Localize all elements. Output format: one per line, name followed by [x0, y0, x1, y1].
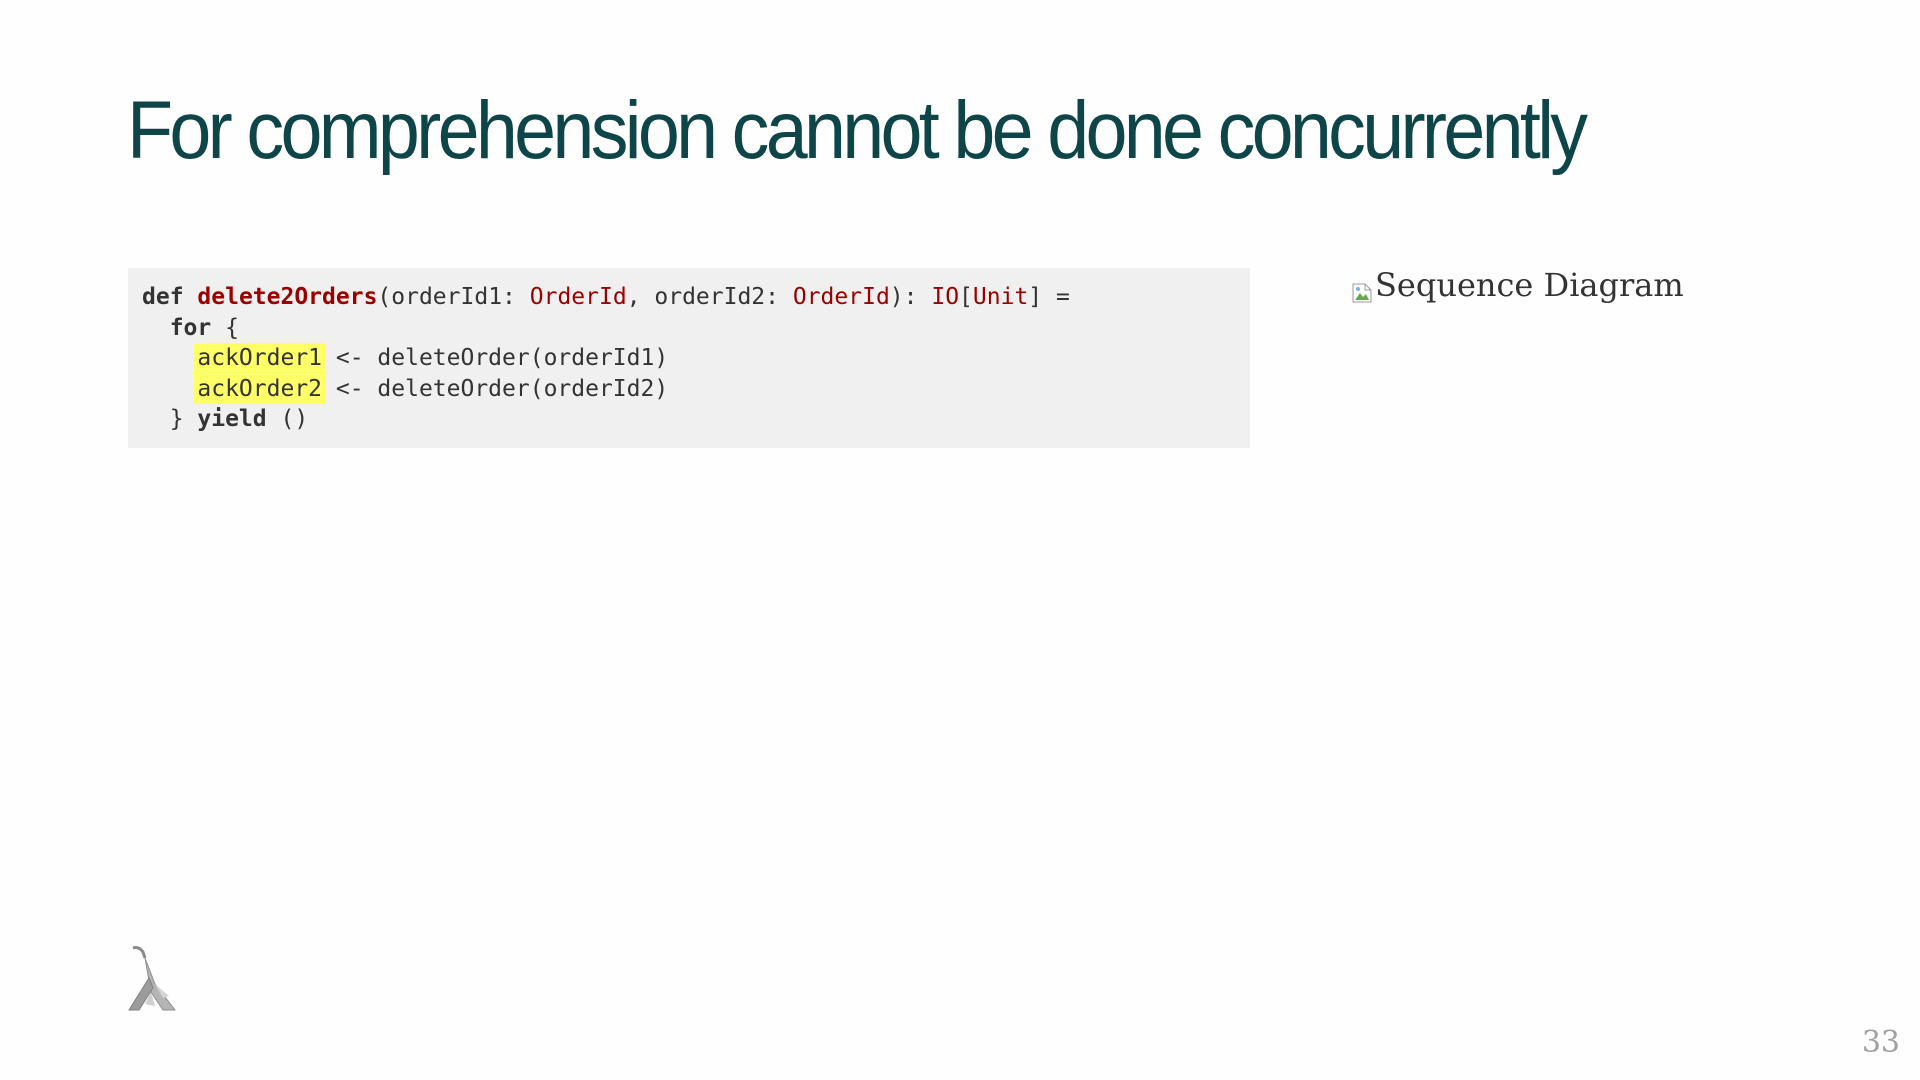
code-text: <- deleteOrder(orderId2)	[322, 375, 669, 402]
code-text: ):	[889, 284, 932, 310]
type-name: Unit	[972, 284, 1029, 310]
keyword-for: for	[169, 314, 212, 341]
function-name: delete2Orders	[197, 284, 378, 310]
code-line-2: for {	[142, 313, 1250, 344]
type-name: OrderId	[792, 284, 890, 310]
code-text: ()	[266, 406, 309, 432]
keyword-def: def	[142, 284, 184, 310]
code-text: (orderId1:	[377, 284, 530, 310]
broken-image-icon	[1351, 274, 1373, 303]
highlighted-variable: ackOrder1	[194, 343, 326, 373]
code-text: {	[211, 314, 239, 341]
code-line-3: ackOrder1 <- deleteOrder(orderId1)	[142, 343, 1250, 374]
keyword-yield: yield	[197, 406, 267, 432]
code-text: <- deleteOrder(orderId1)	[322, 345, 669, 371]
code-line-5: } yield ()	[142, 404, 1250, 435]
code-line-4: ackOrder2 <- deleteOrder(orderId2)	[142, 373, 1250, 405]
code-block: def delete2Orders(orderId1: OrderId, ord…	[128, 268, 1250, 448]
code-text: , orderId2:	[626, 284, 793, 310]
code-text: [	[959, 284, 973, 310]
slide-title: For comprehension cannot be done concurr…	[127, 85, 1588, 176]
type-name: OrderId	[529, 284, 627, 310]
code-text: ] =	[1028, 284, 1070, 310]
code-indent: }	[142, 406, 198, 432]
diagram-alt-text: Sequence Diagram	[1375, 266, 1684, 304]
slide: For comprehension cannot be done concurr…	[0, 0, 1920, 1080]
lambda-logo-icon	[125, 944, 181, 1014]
type-name: IO	[931, 284, 960, 310]
sequence-diagram-image: Sequence Diagram	[1351, 266, 1684, 304]
code-line-1: def delete2Orders(orderId1: OrderId, ord…	[142, 282, 1250, 313]
highlighted-variable: ackOrder2	[194, 373, 326, 404]
page-number: 33	[1861, 1025, 1900, 1060]
